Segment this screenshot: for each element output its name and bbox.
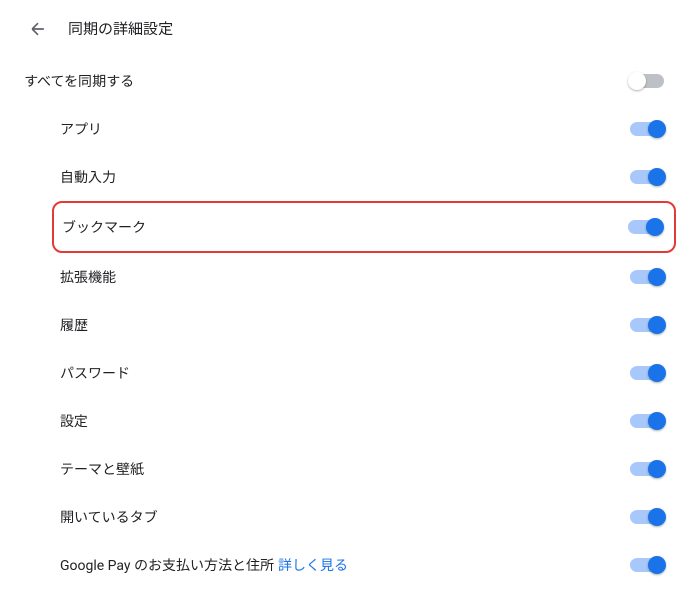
sync-items-list: アプリ自動入力ブックマーク拡張機能履歴パスワード設定テーマと壁紙開いているタブ G… bbox=[24, 105, 670, 589]
sync-item-toggle[interactable] bbox=[630, 270, 664, 284]
sync-item-label: パスワード bbox=[60, 366, 130, 382]
sync-item-row: 自動入力 bbox=[60, 153, 670, 201]
sync-all-toggle[interactable] bbox=[630, 74, 664, 88]
sync-item-toggle[interactable] bbox=[630, 366, 664, 380]
sync-item-label: 拡張機能 bbox=[60, 270, 116, 286]
sync-item-toggle[interactable] bbox=[630, 510, 664, 524]
sync-item-row: ブックマーク bbox=[62, 203, 668, 251]
back-arrow-icon[interactable] bbox=[28, 19, 48, 39]
sync-item-row: パスワード bbox=[60, 349, 670, 397]
sync-item-row: アプリ bbox=[60, 105, 670, 153]
sync-item-label: 設定 bbox=[60, 414, 88, 430]
sync-item-toggle[interactable] bbox=[630, 122, 664, 136]
sync-item-toggle[interactable] bbox=[630, 558, 664, 572]
sync-all-label: すべてを同期する bbox=[24, 71, 134, 91]
learn-more-link[interactable]: 詳しく見る bbox=[278, 558, 348, 574]
sync-item-label-wrap: 開いているタブ bbox=[60, 507, 158, 527]
sync-item-toggle[interactable] bbox=[630, 318, 664, 332]
sync-item-label: ブックマーク bbox=[62, 220, 146, 236]
sync-item-label: 履歴 bbox=[60, 318, 88, 334]
sync-item-row: Google Pay のお支払い方法と住所詳しく見る bbox=[60, 541, 670, 589]
sync-item-label-wrap: アプリ bbox=[60, 119, 102, 139]
sync-item-label: Google Pay のお支払い方法と住所 bbox=[60, 558, 274, 574]
sync-item-row: テーマと壁紙 bbox=[60, 445, 670, 493]
sync-item-label-wrap: パスワード bbox=[60, 363, 130, 383]
sync-item-row: 拡張機能 bbox=[60, 253, 670, 301]
sync-item-label-wrap: Google Pay のお支払い方法と住所詳しく見る bbox=[60, 555, 348, 575]
sync-item-label-wrap: ブックマーク bbox=[62, 217, 146, 237]
sync-item-label: 開いているタブ bbox=[60, 510, 158, 526]
page-title: 同期の詳細設定 bbox=[68, 18, 173, 39]
sync-item-label-wrap: 拡張機能 bbox=[60, 267, 116, 287]
sync-item-label-wrap: 自動入力 bbox=[60, 167, 116, 187]
sync-item-toggle[interactable] bbox=[630, 462, 664, 476]
sync-item-toggle[interactable] bbox=[628, 220, 662, 234]
sync-item-label: 自動入力 bbox=[60, 170, 116, 186]
sync-item-label: テーマと壁紙 bbox=[60, 462, 144, 478]
sync-item-toggle[interactable] bbox=[630, 170, 664, 184]
sync-item-row: 開いているタブ bbox=[60, 493, 670, 541]
sync-item-row: 履歴 bbox=[60, 301, 670, 349]
settings-content: すべてを同期する アプリ自動入力ブックマーク拡張機能履歴パスワード設定テーマと壁… bbox=[0, 57, 694, 589]
sync-item-label-wrap: 履歴 bbox=[60, 315, 88, 335]
sync-item-toggle[interactable] bbox=[630, 414, 664, 428]
highlighted-row: ブックマーク bbox=[52, 201, 676, 253]
sync-item-label: アプリ bbox=[60, 122, 102, 138]
sync-all-row: すべてを同期する bbox=[24, 57, 670, 105]
sync-item-label-wrap: テーマと壁紙 bbox=[60, 459, 144, 479]
page-header: 同期の詳細設定 bbox=[0, 0, 694, 57]
sync-item-row: 設定 bbox=[60, 397, 670, 445]
sync-item-label-wrap: 設定 bbox=[60, 411, 88, 431]
